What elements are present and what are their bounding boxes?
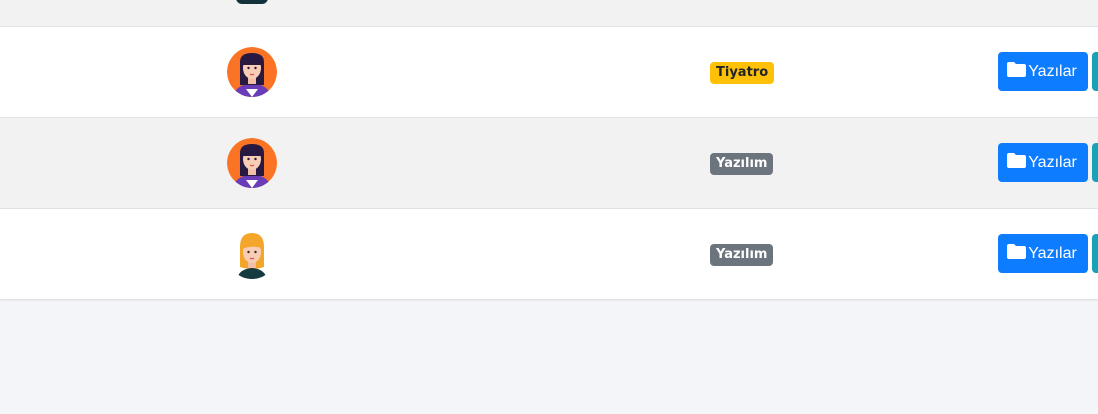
avatar [227, 138, 277, 188]
category-badge: Yazılım [710, 153, 774, 175]
action-button[interactable] [1092, 143, 1098, 182]
category-badge: Tiyatro [710, 62, 775, 84]
posts-button[interactable]: Yazılar [998, 234, 1088, 273]
action-button[interactable] [1092, 52, 1098, 91]
posts-button-label: Yazılar [1028, 153, 1077, 171]
category-badge: Yazılım [710, 244, 774, 266]
table-row [0, 0, 1098, 26]
avatar [227, 47, 277, 97]
folder-icon [1007, 243, 1027, 264]
table-row: Yazılım Yazılar [0, 117, 1098, 208]
avatar [236, 0, 268, 4]
action-button[interactable] [1092, 234, 1098, 273]
posts-button[interactable]: Yazılar [998, 143, 1088, 182]
posts-button-label: Yazılar [1028, 244, 1077, 262]
users-table: Tiyatro Yazılar Yazılım Yazılar Yazılım … [0, 0, 1098, 299]
table-row: Yazılım Yazılar [0, 208, 1098, 299]
posts-button-label: Yazılar [1028, 62, 1077, 80]
posts-button[interactable]: Yazılar [998, 52, 1088, 91]
table-row: Tiyatro Yazılar [0, 26, 1098, 117]
folder-icon [1007, 152, 1027, 173]
folder-icon [1007, 61, 1027, 82]
avatar [227, 229, 277, 279]
